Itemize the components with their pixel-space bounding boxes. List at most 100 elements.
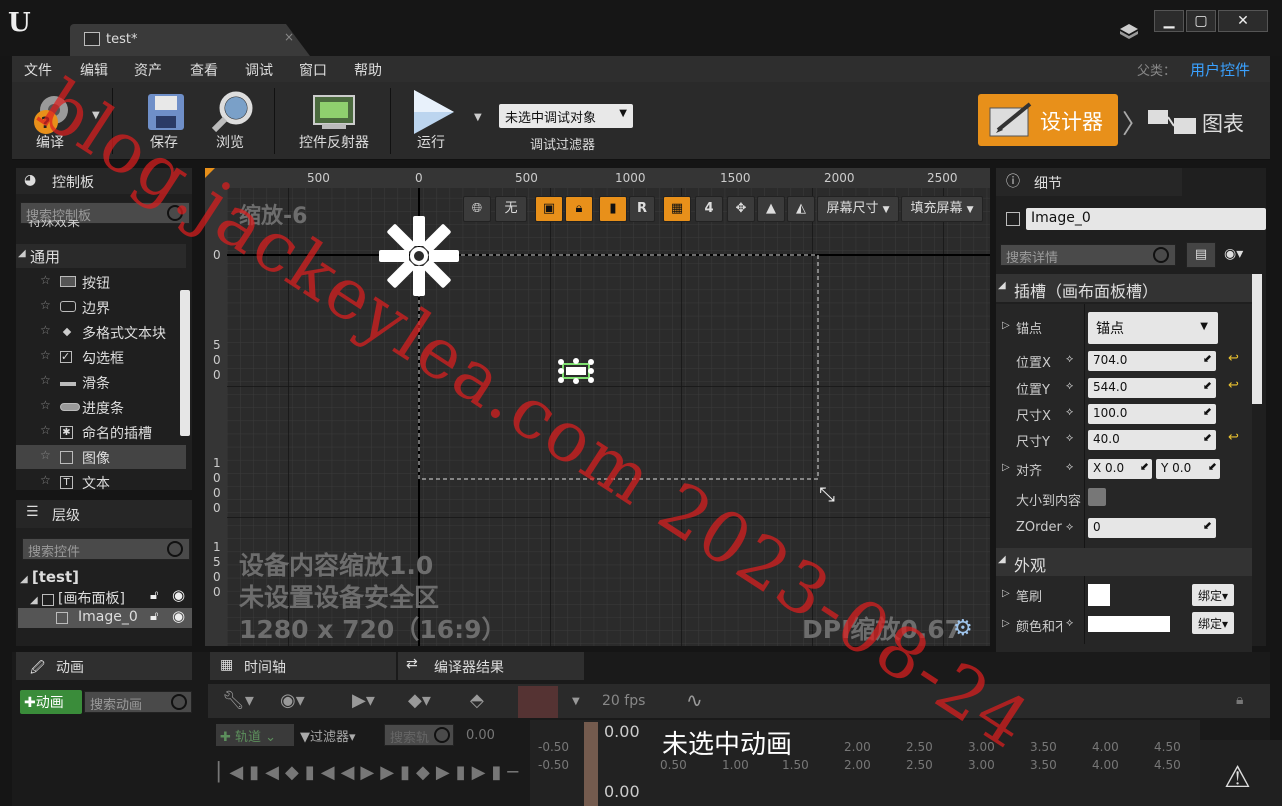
list-item[interactable]: ☆ T 文本 bbox=[16, 470, 186, 490]
debug-object-select[interactable]: 未选中调试对象 ▼ bbox=[499, 104, 633, 128]
palette-category-partial[interactable]: 特殊效果 bbox=[28, 220, 80, 232]
variable-binding-icon[interactable]: ⟡ bbox=[1066, 616, 1073, 630]
localization-none-button[interactable]: 无 bbox=[495, 196, 527, 222]
palette-category-common[interactable]: ◢ 通用 bbox=[16, 244, 186, 268]
playback-options-icon[interactable]: ▶▾ bbox=[352, 690, 375, 711]
curve-editor-icon[interactable]: ∿ bbox=[686, 688, 703, 712]
reset-to-default-icon[interactable]: ↩ bbox=[1228, 351, 1239, 366]
menu-edit[interactable]: 编辑 bbox=[80, 60, 108, 80]
jump-end-icon[interactable]: ▮▶▮ bbox=[456, 762, 508, 783]
expand-icon[interactable]: ▷ bbox=[1002, 588, 1010, 599]
play-reverse-icon[interactable]: ◀ bbox=[341, 762, 361, 783]
run-options-icon[interactable]: ▼ bbox=[474, 112, 482, 123]
hierarchy-search-input[interactable]: 搜索控件 bbox=[22, 538, 190, 560]
globe-icon[interactable]: 🌐︎ bbox=[463, 196, 491, 222]
position-y-input[interactable]: 544.0 ⬋ bbox=[1088, 378, 1216, 398]
respect-locks-icon[interactable]: ▮ bbox=[599, 196, 627, 222]
palette-scrollbar[interactable] bbox=[180, 290, 190, 436]
star-icon[interactable]: ☆ bbox=[40, 273, 51, 287]
list-item[interactable]: ☆ 多格式文本块 bbox=[16, 320, 186, 344]
alignment-y-input[interactable]: Y 0.0 ⬋ bbox=[1156, 459, 1220, 479]
transport-controls[interactable]: ⎮◀▮◀◆▮◀◀▶▶▮◆▶▮▶▮─ bbox=[214, 762, 524, 783]
hierarchy-canvas-panel[interactable]: ◢ [画布面板] 🔓︎ ◉ bbox=[30, 586, 190, 608]
filter-dropdown[interactable]: ▼过滤器▾ bbox=[300, 726, 356, 745]
slot-section-header[interactable]: ◢ 插槽（画布面板槽） bbox=[996, 274, 1252, 302]
run-button[interactable]: 运行 bbox=[400, 86, 462, 156]
grid-snap-icon[interactable]: ▦ bbox=[663, 196, 691, 222]
property-matrix-icon[interactable]: ▤ bbox=[1186, 242, 1216, 268]
star-icon[interactable]: ☆ bbox=[40, 423, 51, 437]
visibility-eye-icon[interactable]: ◉▾ bbox=[1224, 246, 1243, 262]
hierarchy-root[interactable]: ◢ [test] bbox=[20, 568, 190, 588]
play-icon[interactable]: ▶ bbox=[360, 762, 380, 783]
lock-icon[interactable]: 🔒︎ bbox=[1236, 692, 1243, 708]
track-search-input[interactable]: 搜索轨 bbox=[384, 724, 454, 746]
jump-start-icon[interactable]: ⎮◀▮ bbox=[214, 762, 265, 783]
screen-size-dropdown[interactable]: 屏幕尺寸 ▼ bbox=[817, 196, 899, 222]
compile-button[interactable]: ? 编译 bbox=[16, 86, 84, 156]
prev-key-icon[interactable]: ◀◆ bbox=[265, 762, 305, 783]
save-button[interactable]: 保存 bbox=[132, 86, 196, 156]
tab-timeline[interactable]: ▦ 时间轴 bbox=[210, 652, 396, 680]
details-search-input[interactable]: 搜索详情 bbox=[1000, 244, 1176, 266]
fps-select[interactable]: 20 fps bbox=[602, 693, 645, 709]
list-item[interactable]: ☆ ✱ 命名的插槽 bbox=[16, 420, 186, 444]
menu-debug[interactable]: 调试 bbox=[245, 60, 273, 80]
wrench-icon[interactable]: 🔧︎▾ bbox=[222, 690, 254, 711]
menu-view[interactable]: 查看 bbox=[190, 60, 218, 80]
resize-handle-icon[interactable]: ⤡ bbox=[819, 482, 835, 506]
maximize-button[interactable]: ▢ bbox=[1186, 10, 1216, 32]
tab-animation[interactable]: 🖉︎ 动画 bbox=[16, 652, 192, 680]
variable-binding-icon[interactable]: ⟡ bbox=[1066, 520, 1073, 534]
view-options-eye-icon[interactable]: ◉▾ bbox=[280, 690, 305, 711]
size-x-input[interactable]: 100.0 ⬋ bbox=[1088, 404, 1216, 424]
chevron-down-icon[interactable]: ▼ bbox=[572, 696, 580, 707]
star-icon[interactable]: ☆ bbox=[40, 323, 51, 337]
size-y-input[interactable]: 40.0 ⬋ bbox=[1088, 430, 1216, 450]
position-x-input[interactable]: 704.0 ⬋ bbox=[1088, 351, 1216, 371]
reload-r-button[interactable]: R bbox=[629, 196, 655, 222]
add-animation-button[interactable]: ✚动画 bbox=[20, 690, 82, 714]
next-key-icon[interactable]: ◆▶ bbox=[416, 762, 456, 783]
menu-help[interactable]: 帮助 bbox=[354, 60, 382, 80]
parent-class-link[interactable]: 用户控件 bbox=[1190, 59, 1250, 80]
star-icon[interactable]: ☆ bbox=[40, 448, 51, 462]
menu-window[interactable]: 窗口 bbox=[299, 60, 327, 80]
details-scrollbar[interactable] bbox=[1252, 274, 1262, 404]
widget-reflector-button[interactable]: 控件反射器 bbox=[286, 86, 382, 156]
fill-screen-dropdown[interactable]: 填充屏幕 ▼ bbox=[901, 196, 983, 222]
reset-to-default-icon[interactable]: ↩ bbox=[1228, 378, 1239, 393]
reset-to-default-icon[interactable]: ↩ bbox=[1228, 430, 1239, 445]
variable-binding-icon[interactable]: ⟡ bbox=[1066, 352, 1073, 366]
anchor-dropdown[interactable]: 锚点 ▼ bbox=[1088, 312, 1218, 344]
list-item-selected[interactable]: ☆ 图像 bbox=[16, 445, 186, 469]
graph-mode-button[interactable]: 图表 bbox=[1146, 104, 1266, 144]
lock-icon[interactable]: 🔓︎ bbox=[150, 609, 158, 624]
star-icon[interactable]: ☆ bbox=[40, 348, 51, 362]
list-item[interactable]: ☆ ✓ 勾选框 bbox=[16, 345, 186, 369]
anchor-gizmo-icon[interactable] bbox=[377, 214, 461, 302]
dpi-settings-gear-icon[interactable]: ⚙ bbox=[953, 616, 973, 641]
list-item[interactable]: ☆ 滑条 bbox=[16, 370, 186, 394]
hierarchy-image[interactable]: Image_0 🔓︎ ◉ bbox=[18, 607, 192, 628]
list-item[interactable]: ☆ 边界 bbox=[16, 295, 186, 319]
brush-preview[interactable] bbox=[1088, 584, 1110, 606]
star-icon[interactable]: ☆ bbox=[40, 473, 51, 487]
tab-test[interactable]: test* × bbox=[70, 24, 310, 56]
image-mode-icon[interactable]: ▲ bbox=[757, 196, 785, 222]
lock-toggle-icon[interactable]: 🔒︎ bbox=[565, 196, 593, 222]
menu-assets[interactable]: 资产 bbox=[134, 60, 162, 80]
expand-icon[interactable]: ▷ bbox=[1002, 462, 1010, 473]
zorder-input[interactable]: 0 ⬋ bbox=[1088, 518, 1216, 538]
warning-notification[interactable]: ⚠ bbox=[1200, 740, 1282, 806]
eye-icon[interactable]: ◉ bbox=[172, 586, 185, 604]
close-tab-icon[interactable]: × bbox=[284, 30, 294, 44]
close-window-button[interactable]: ✕ bbox=[1218, 10, 1268, 32]
snap-icon[interactable]: ⬘ bbox=[470, 690, 484, 711]
designer-viewport[interactable]: 500 0 500 1000 1500 2000 2500 0 5 0 0 1 … bbox=[205, 168, 990, 646]
color-swatch[interactable] bbox=[1088, 616, 1170, 632]
loop-icon[interactable]: ─ bbox=[507, 762, 524, 783]
tab-compiler-results[interactable]: ⇄ 编译器结果 bbox=[398, 652, 584, 680]
step-forward-icon[interactable]: ▶▮ bbox=[380, 762, 416, 783]
color-bind-button[interactable]: 绑定▾ bbox=[1192, 612, 1235, 634]
